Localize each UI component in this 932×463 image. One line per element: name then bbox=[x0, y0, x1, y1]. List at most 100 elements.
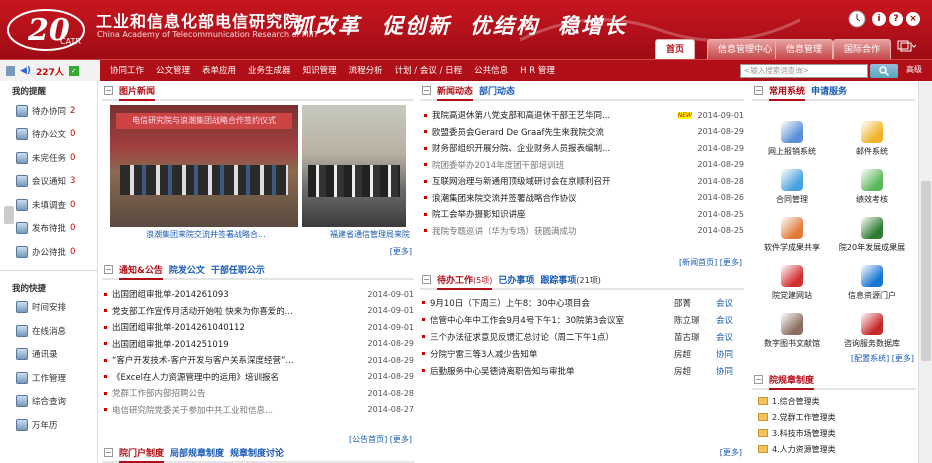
tab-news[interactable]: 新闻动态 bbox=[437, 84, 474, 101]
menu-item[interactable]: 公文管理 bbox=[150, 60, 196, 82]
news-title[interactable]: 浪潮集团来院交流并签署战略合作协议 bbox=[432, 192, 696, 204]
config-systems-link[interactable]: [配置系统] bbox=[851, 354, 889, 363]
system-tile[interactable]: 院20年发展成果展 bbox=[832, 213, 912, 261]
system-tile[interactable]: 咨询服务数据库 bbox=[832, 309, 912, 357]
collapse-icon[interactable]: − bbox=[422, 86, 431, 95]
system-tile[interactable]: 绩效考核 bbox=[832, 165, 912, 213]
system-tile[interactable]: 软件学成果共享 bbox=[752, 213, 832, 261]
news-title[interactable]: 财务部组织开展分院、企业财务人员报表编制... bbox=[432, 142, 696, 154]
rules-folder[interactable]: 4.人力资源管理类 bbox=[752, 441, 916, 457]
notice-item[interactable]: 党群工作部内部招聘公告 2014-08-28 bbox=[102, 385, 414, 402]
notice-item[interactable]: 出国团组审批单-2014251019 2014-08-29 bbox=[102, 336, 414, 353]
collapse-icon[interactable]: − bbox=[104, 265, 113, 274]
tab-info-center[interactable]: 信息管理中心 bbox=[707, 39, 784, 59]
news-item[interactable]: 院团委举办2014年度团干部培训班 2014-08-29 bbox=[422, 157, 744, 174]
rules-folder[interactable]: 2.党群工作管理类 bbox=[752, 409, 916, 425]
notice-item[interactable]: “客户开发技术-客户开发与客户关系深度经营”... 2014-08-29 bbox=[102, 352, 414, 369]
sidebar-reminder-item[interactable]: 未填调查 0 bbox=[0, 193, 97, 217]
sidebar-reminder-item[interactable]: 发布待批 0 bbox=[0, 217, 97, 241]
system-tile[interactable]: 合同管理 bbox=[752, 165, 832, 213]
tab-docs[interactable]: 院发公文 bbox=[169, 263, 205, 278]
collapse-icon[interactable]: − bbox=[754, 375, 763, 384]
notice-title[interactable]: 党支部工作宣传月活动开始啦 快来为你喜爱的... bbox=[112, 305, 366, 317]
sidebar-shortcut-item[interactable]: 通讯录 bbox=[0, 343, 97, 367]
notice-more-link[interactable]: [更多] bbox=[390, 435, 412, 444]
tab-international[interactable]: 国际合作 bbox=[833, 39, 892, 59]
menu-item[interactable]: 业务生成器 bbox=[242, 60, 297, 82]
tab-apply-service[interactable]: 申请服务 bbox=[811, 84, 847, 99]
news-title[interactable]: 院团委举办2014年度团干部培训班 bbox=[432, 159, 696, 171]
notice-item[interactable]: 党支部工作宣传月活动开始啦 快来为你喜爱的... 2014-09-01 bbox=[102, 303, 414, 320]
speaker-icon[interactable]: ◀) bbox=[20, 66, 31, 76]
sidebar-reminder-item[interactable]: 未完任务 0 bbox=[0, 146, 97, 170]
todo-item[interactable]: 后勤服务中心吴德诗离职告知与审批单 房超 协同 bbox=[420, 362, 744, 379]
window-menu-icon[interactable] bbox=[896, 39, 916, 53]
notice-title[interactable]: 出国团组审批单-2014261093 bbox=[112, 288, 366, 300]
sidebar-reminder-item[interactable]: 待办公文 0 bbox=[0, 123, 97, 147]
notice-item[interactable]: 《Excel在人力资源管理中的运用》培训报名 2014-08-29 bbox=[102, 369, 414, 386]
notice-title[interactable]: 电信研究院党委关于参加中共工业和信息... bbox=[112, 404, 366, 416]
notice-item[interactable]: 电信研究院党委关于参加中共工业和信息... 2014-08-27 bbox=[102, 402, 414, 419]
news-item[interactable]: 浪潮集团来院交流并签署战略合作协议 2014-08-26 bbox=[422, 190, 744, 207]
news-item[interactable]: 互联网治理与新通用顶级域研讨会在京顺利召开 2014-08-28 bbox=[422, 173, 744, 190]
sidebar-shortcut-item[interactable]: 时间安排 bbox=[0, 296, 97, 320]
news-title[interactable]: 我院专题巡讲（华为专场）获圆满成功 bbox=[432, 225, 696, 237]
system-tile[interactable]: 网上报销系统 bbox=[752, 117, 832, 165]
todo-title[interactable]: 信管中心年中工作会9月4号下午1：30院第3会议室 bbox=[430, 314, 674, 326]
tab-bottom-1[interactable]: 院门户制度 bbox=[119, 446, 165, 463]
sidebar-reminder-item[interactable]: 待办协同 2 bbox=[0, 99, 97, 123]
menu-item[interactable]: 公共信息 bbox=[468, 60, 514, 82]
online-count[interactable]: 227人 bbox=[36, 65, 64, 78]
notice-title[interactable]: “客户开发技术-客户开发与客户关系深度经营”... bbox=[112, 354, 366, 366]
collapse-icon[interactable]: − bbox=[104, 448, 113, 457]
notice-title[interactable]: 出国团组审批单-2014261040112 bbox=[112, 321, 366, 333]
sidebar-collapse-handle[interactable] bbox=[4, 206, 14, 224]
system-tile[interactable]: 院党建网站 bbox=[752, 261, 832, 309]
scrollbar-thumb[interactable] bbox=[921, 181, 931, 361]
tab-systems[interactable]: 常用系统 bbox=[769, 84, 806, 101]
collapse-icon[interactable]: − bbox=[104, 86, 113, 95]
news-item[interactable]: 我院高退休第八党支部和高退休干部王艺华同... NEW 2014-09-01 bbox=[422, 107, 744, 124]
sidebar-shortcut-item[interactable]: 万年历 bbox=[0, 413, 97, 437]
tab-bottom-3[interactable]: 规章制度讨论 bbox=[230, 446, 284, 461]
notice-item[interactable]: 出国团组审批单-2014261093 2014-09-01 bbox=[102, 286, 414, 303]
sidebar-reminder-item[interactable]: 会议通知 3 bbox=[0, 170, 97, 194]
news-item[interactable]: 我院专题巡讲（华为专场）获圆满成功 2014-08-25 bbox=[422, 223, 744, 240]
photo-caption-2[interactable]: 福建省通信管理局来院 bbox=[330, 229, 410, 240]
todo-title[interactable]: 三个办法征求意见反馈汇总讨论（周二下午1点） bbox=[430, 331, 674, 343]
notice-home-link[interactable]: [公告首页] bbox=[349, 435, 387, 444]
todo-item[interactable]: 信管中心年中工作会9月4号下午1：30院第3会议室 陈立璟 会议 bbox=[420, 311, 744, 328]
sidebar-shortcut-item[interactable]: 工作管理 bbox=[0, 366, 97, 390]
tab-notice[interactable]: 通知&公告 bbox=[119, 263, 163, 280]
sidebar-shortcut-item[interactable]: 综合查询 bbox=[0, 390, 97, 414]
systems-more-link[interactable]: [更多] bbox=[892, 354, 914, 363]
collapse-icon[interactable]: − bbox=[422, 275, 431, 284]
news-home-link[interactable]: [新闻首页] bbox=[679, 258, 717, 267]
search-button[interactable] bbox=[870, 64, 898, 78]
tab-bottom-2[interactable]: 局部规章制度 bbox=[170, 446, 224, 461]
todo-item[interactable]: 三个办法征求意见反馈汇总讨论（周二下午1点） 苗古璟 会议 bbox=[420, 328, 744, 345]
rules-folder[interactable]: 3.科技市场管理类 bbox=[752, 425, 916, 441]
info-icon[interactable]: i bbox=[872, 12, 886, 26]
news-title[interactable]: 欧盟委员会Gerard De Graaf先生来我院交流 bbox=[432, 126, 696, 138]
notice-item[interactable]: 出国团组审批单-2014261040112 2014-09-01 bbox=[102, 319, 414, 336]
news-photo-1[interactable]: 电信研究院与浪潮集团战略合作签约仪式 bbox=[110, 105, 298, 227]
tab-done[interactable]: 已办事项 bbox=[498, 273, 534, 288]
todo-more-link[interactable]: [更多] bbox=[720, 447, 742, 458]
todo-item[interactable]: 分院宁雷三等3人减少告知单 房超 协同 bbox=[420, 345, 744, 362]
close-icon[interactable]: × bbox=[906, 12, 920, 26]
news-title[interactable]: 我院高退休第八党支部和高退休干部王艺华同... bbox=[432, 109, 678, 121]
help-icon[interactable]: ? bbox=[889, 12, 903, 26]
system-tile[interactable]: 信息资源门户 bbox=[832, 261, 912, 309]
news-item[interactable]: 院工会举办摄影知识讲座 2014-08-25 bbox=[422, 206, 744, 223]
sidebar-shortcut-item[interactable]: 在线消息 bbox=[0, 319, 97, 343]
menu-item[interactable]: 知识管理 bbox=[297, 60, 343, 82]
todo-title[interactable]: 分院宁雷三等3人减少告知单 bbox=[430, 348, 674, 360]
rules-title[interactable]: 院规章制度 bbox=[769, 373, 815, 390]
tab-todo[interactable]: 待办工作(5项) bbox=[437, 273, 493, 290]
photo-caption-1[interactable]: 浪潮集团来院交流并签署战略合... bbox=[146, 229, 266, 240]
news-photo-2[interactable] bbox=[302, 105, 406, 227]
todo-title[interactable]: 后勤服务中心吴德诗离职告知与审批单 bbox=[430, 365, 674, 377]
notice-title[interactable]: 党群工作部内部招聘公告 bbox=[112, 387, 366, 399]
menu-item[interactable]: 流程分析 bbox=[343, 60, 389, 82]
